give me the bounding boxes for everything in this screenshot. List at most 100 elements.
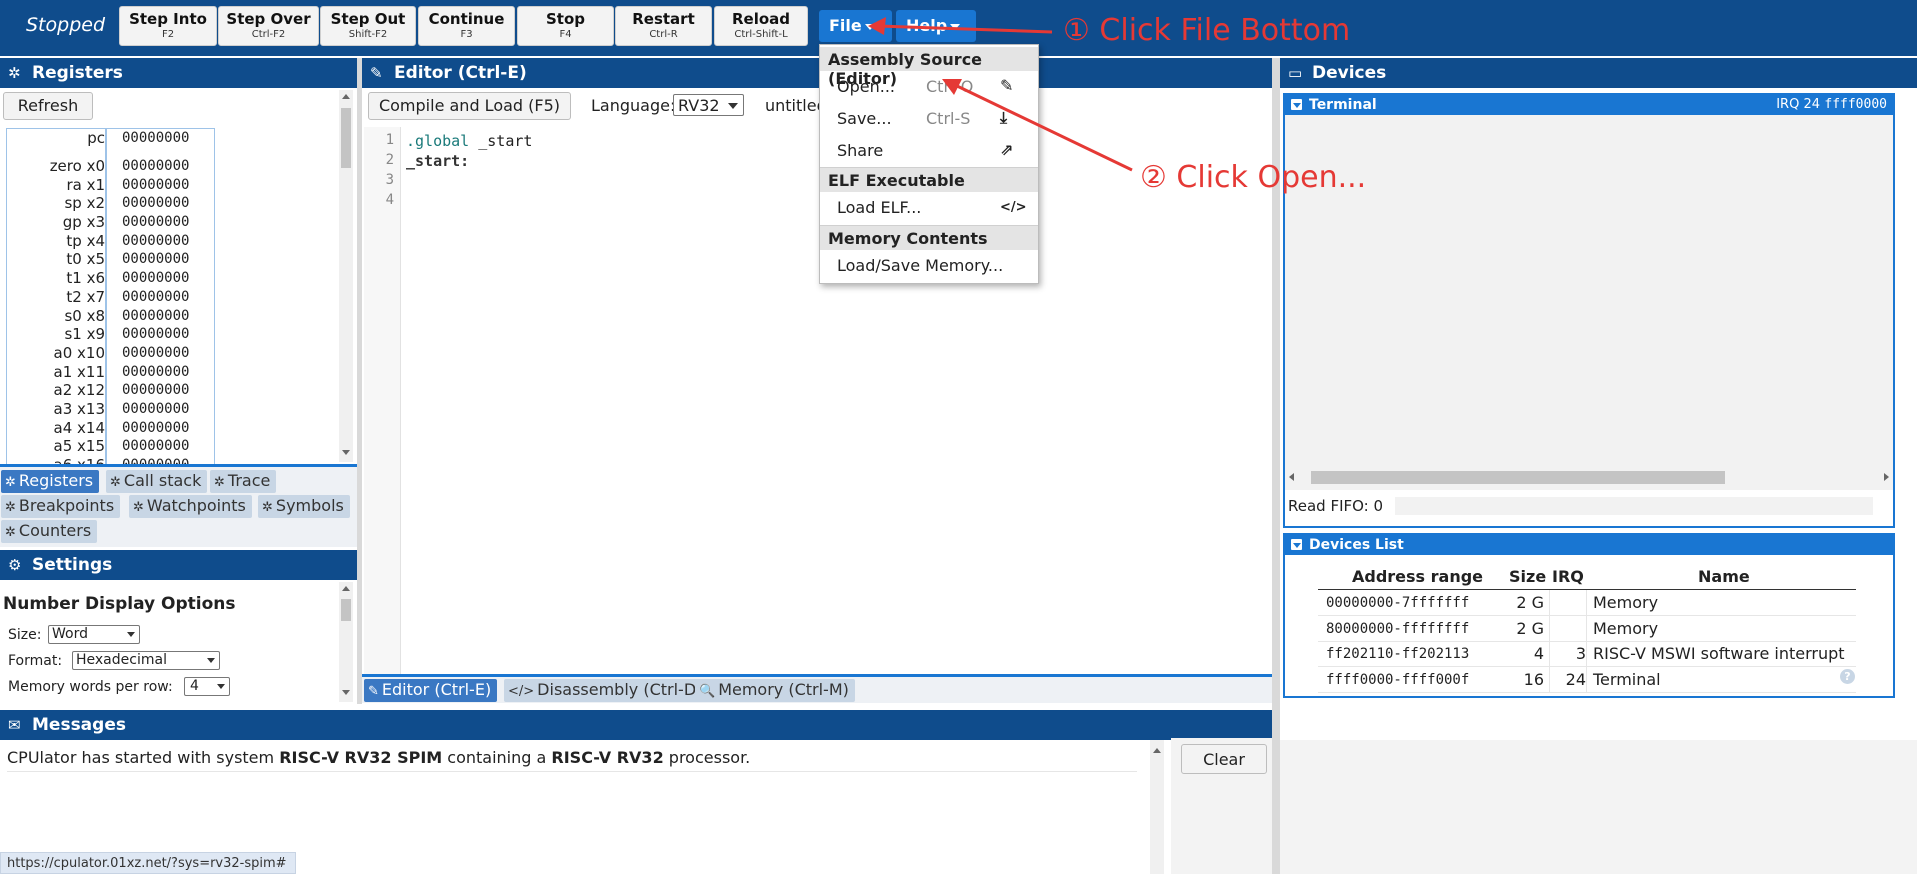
register-value[interactable]: 00000000 [122,419,189,437]
download-icon: ⤓ [1000,108,1008,127]
device-name: Memory [1593,593,1659,612]
file-menu-button[interactable]: File [819,10,892,42]
register-value[interactable]: 00000000 [122,213,189,231]
panel-splitter[interactable] [357,58,362,704]
register-value[interactable]: 00000000 [122,176,189,194]
words-per-row-select[interactable]: 4 [184,677,230,696]
register-row: gp x3 00000000 [7,213,214,232]
device-irq: 3 [1575,644,1586,663]
tab-watchpoints[interactable]: ✲ Watchpoints [129,495,252,518]
scroll-left-icon[interactable] [1289,473,1294,481]
column-divider [1586,641,1587,666]
menu-item-load-elf[interactable]: Load ELF... </> [820,194,1038,222]
mail-icon: ✉ [8,716,21,734]
register-name: gp x3 [62,213,105,232]
messages-scrollbar[interactable] [1150,740,1164,874]
terminal-address: ffff0000 [1824,97,1887,112]
collapse-icon[interactable] [1291,99,1302,110]
register-value[interactable]: 00000000 [122,194,189,212]
register-value[interactable]: 00000000 [122,363,189,381]
help-menu-button[interactable]: Help [896,10,976,42]
register-value[interactable]: 00000000 [122,288,189,306]
debug-tabs: ✲ Registers ✲ Call stack ✲ Trace ✲ Breakpoin… [0,467,357,547]
register-value[interactable]: 00000000 [122,157,189,175]
register-table: pc 00000000 zero x0 00000000 ra x1 00000000 sp… [6,128,215,466]
devices-list-column-headers: Address range Size IRQ Name [1318,565,1856,590]
menu-item-share[interactable]: Share ⇗ [820,137,1038,165]
scroll-right-icon[interactable] [1884,473,1889,481]
register-row: ra x1 00000000 [7,176,214,195]
register-value[interactable]: 00000000 [122,400,189,418]
size-select[interactable]: Word [48,625,140,644]
scroll-up-icon[interactable] [342,586,350,591]
register-row: s0 x8 00000000 [7,307,214,326]
collapse-icon[interactable] [1291,539,1302,550]
device-address-range: ff202110-ff202113 [1326,646,1470,662]
continue-button[interactable]: Continue F3 [418,6,515,46]
scroll-up-icon[interactable] [1153,748,1161,753]
step-into-button[interactable]: Step Into F2 [119,6,217,46]
tab-memory[interactable]: 🔍 Memory (Ctrl-M) [695,679,855,702]
register-value[interactable]: 00000000 [122,250,189,268]
step-over-button[interactable]: Step Over Ctrl-F2 [218,6,319,46]
register-row: zero x0 00000000 [7,157,214,176]
scroll-up-icon[interactable] [342,94,350,99]
terminal-input[interactable] [1395,497,1873,515]
register-name: tp x4 [66,231,105,250]
menu-item-load-save-memory[interactable]: Load/Save Memory... [820,252,1038,280]
compile-and-load-button[interactable]: Compile and Load (F5) [368,92,571,120]
settings-scrollbar[interactable] [339,582,353,702]
register-value[interactable]: 00000000 [122,269,189,287]
code-icon: </> [1000,200,1027,215]
register-name: pc [87,129,105,147]
language-select[interactable]: RV32 [673,94,744,116]
registers-scrollbar[interactable] [339,90,353,462]
scroll-thumb[interactable] [1311,471,1725,484]
stop-button[interactable]: Stop F4 [517,6,614,46]
tab-editor[interactable]: ✎ Editor (Ctrl-E) [364,679,498,702]
register-value[interactable]: 00000000 [122,381,189,399]
register-value[interactable]: 00000000 [122,344,189,362]
register-value[interactable]: 00000000 [122,307,189,325]
reload-button[interactable]: Reload Ctrl-Shift-L [714,6,808,46]
clear-button[interactable]: Clear [1181,744,1267,774]
help-icon[interactable]: ? [1840,669,1855,684]
tab-trace[interactable]: ✲ Trace [210,470,277,493]
register-value[interactable]: 00000000 [122,325,189,343]
format-select[interactable]: Hexadecimal [72,651,220,670]
register-row: a4 x14 00000000 [7,419,214,438]
devices-list-header[interactable]: Devices List [1285,535,1893,555]
register-name: t1 x6 [66,269,105,288]
register-value[interactable]: 00000000 [122,232,189,250]
register-value[interactable]: 00000000 [122,129,189,147]
menu-item-save[interactable]: Save... Ctrl-S ⤓ [820,105,1038,133]
register-name: a5 x15 [53,437,105,456]
restart-button[interactable]: Restart Ctrl-R [615,6,712,46]
tab-breakpoints[interactable]: ✲ Breakpoints [1,495,121,518]
terminal-device: Terminal IRQ 24 ffff0000 Read FIFO: 0 [1283,93,1895,528]
step-out-button[interactable]: Step Out Shift-F2 [320,6,416,46]
tab-call-stack[interactable]: ✲ Call stack [106,470,208,493]
column-divider [1549,590,1550,615]
tab-registers[interactable]: ✲ Registers [1,470,100,493]
terminal-header[interactable]: Terminal IRQ 24 ffff0000 [1285,95,1893,115]
register-row: a2 x12 00000000 [7,381,214,400]
device-row: ff202110-ff202113 4 3 RISC-V MSWI software … [1318,641,1856,667]
registers-panel-header: ✲ Registers [0,58,357,88]
tab-symbols[interactable]: ✲ Symbols [258,495,350,518]
editor-panel-header: ✎ Editor (Ctrl-E) [362,58,1272,88]
edit-icon: ✎ [370,64,383,82]
line-number: 1 [385,132,394,148]
terminal-output[interactable] [1285,115,1893,490]
bug-icon: ✲ [5,500,16,515]
device-row: 00000000-7fffffff 2 G Memory [1318,590,1856,616]
tab-counters[interactable]: ✲ Counters [1,520,98,543]
register-value[interactable]: 00000000 [122,437,189,455]
scroll-thumb[interactable] [341,599,351,621]
tab-disassembly[interactable]: </> Disassembly (Ctrl-D) [504,679,709,702]
scroll-down-icon[interactable] [342,690,350,695]
refresh-button[interactable]: Refresh [3,92,93,120]
menu-item-open[interactable]: Open... Ctrl-O ✎ [820,73,1038,101]
scroll-thumb[interactable] [341,108,351,168]
scroll-down-icon[interactable] [342,450,350,455]
